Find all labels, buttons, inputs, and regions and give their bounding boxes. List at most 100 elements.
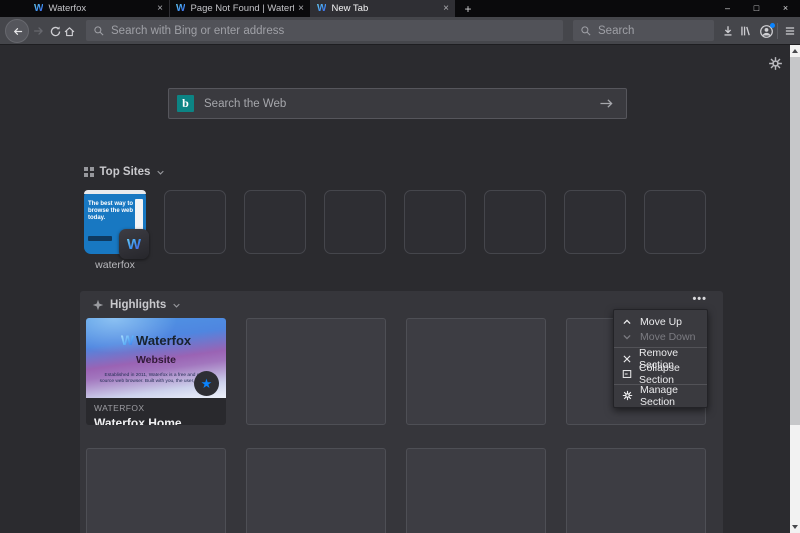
menu-item-label: Move Down (640, 331, 695, 343)
library-button[interactable] (737, 17, 753, 45)
newtab-settings-button[interactable] (768, 56, 783, 71)
top-site-placeholder[interactable] (244, 190, 306, 254)
search-placeholder: Search (598, 25, 634, 37)
account-button[interactable] (757, 17, 775, 45)
scroll-up-arrow-icon[interactable] (792, 49, 798, 53)
url-bar[interactable]: Search with Bing or enter address (86, 20, 563, 41)
highlight-placeholder[interactable] (406, 318, 546, 425)
scroll-down-arrow-icon[interactable] (792, 525, 798, 529)
waterfox-logo-badge: W (119, 229, 149, 259)
section-context-menu: Move Up Move Down Remove Section Collaps… (613, 309, 708, 408)
back-icon (5, 19, 29, 43)
thumbnail-heading: The best way to browse the web today. (88, 201, 134, 223)
menu-item-move-down[interactable]: Move Down (614, 329, 707, 344)
top-sites-row: The best way to browse the web today. W (84, 190, 706, 254)
card-subtitle: Website (86, 354, 226, 366)
url-placeholder: Search with Bing or enter address (111, 25, 284, 37)
waterfox-favicon-icon: W (317, 3, 326, 14)
download-icon (721, 24, 735, 38)
menu-item-label: Move Up (640, 316, 682, 328)
bookmark-star-badge: ★ (194, 371, 219, 396)
highlight-placeholder[interactable] (86, 448, 226, 533)
tab-waterfox[interactable]: W Waterfox × (28, 0, 169, 17)
top-sites-icon (84, 167, 94, 177)
highlights-header[interactable]: Highlights (92, 299, 181, 311)
tab-new-tab[interactable]: W New Tab × (310, 0, 455, 17)
app-menu-button[interactable] (782, 17, 798, 45)
card-brand: WWaterfox (86, 332, 226, 348)
home-icon (63, 25, 76, 38)
top-site-placeholder[interactable] (484, 190, 546, 254)
menu-item-manage-section[interactable]: Manage Section (614, 388, 707, 403)
highlight-placeholder[interactable] (246, 318, 386, 425)
scrollbar-thumb[interactable] (790, 57, 800, 425)
menu-item-label: Manage Section (640, 384, 699, 408)
hamburger-icon (784, 25, 796, 37)
tab-close-icon[interactable]: × (443, 4, 449, 14)
waterfox-favicon-icon: W (176, 3, 185, 14)
top-site-placeholder[interactable] (644, 190, 706, 254)
highlight-card-image: WWaterfox Website Established in 2011, W… (86, 318, 226, 398)
search-icon (93, 25, 105, 37)
chevron-down-icon (172, 301, 181, 310)
arrow-right-icon (599, 97, 614, 110)
tab-title: New Tab (331, 3, 439, 14)
tab-strip: W Waterfox × W Page Not Found | Waterfox… (28, 0, 481, 17)
notification-dot (770, 23, 775, 28)
downloads-button[interactable] (720, 17, 736, 45)
search-bar[interactable]: Search (573, 20, 714, 41)
collapse-icon (622, 369, 632, 379)
highlights-heading: Highlights (110, 299, 166, 311)
card-eyebrow: WATERFOX (94, 403, 218, 413)
window-controls: – □ × (713, 0, 800, 17)
titlebar: W Waterfox × W Page Not Found | Waterfox… (0, 0, 800, 17)
minimize-button[interactable]: – (713, 0, 742, 17)
waterfox-favicon-icon: W (34, 3, 43, 14)
top-site-placeholder[interactable] (404, 190, 466, 254)
top-site-waterfox[interactable]: The best way to browse the web today. W (84, 190, 146, 254)
web-search-placeholder: Search the Web (204, 98, 599, 110)
web-search-box[interactable]: b Search the Web (168, 88, 627, 119)
tab-title: Waterfox (48, 3, 153, 14)
library-icon (738, 24, 752, 38)
chevron-down-icon (156, 168, 165, 177)
search-submit-button[interactable] (599, 97, 614, 110)
gear-icon (622, 390, 633, 401)
home-button[interactable] (62, 17, 77, 45)
top-sites-header[interactable]: Top Sites (84, 166, 165, 178)
vertical-scrollbar[interactable] (790, 45, 800, 533)
reload-icon (49, 25, 62, 38)
close-icon (622, 354, 632, 364)
menu-item-collapse-section[interactable]: Collapse Section (614, 366, 707, 381)
forward-button[interactable] (31, 17, 47, 45)
top-site-label: waterfox (84, 259, 146, 271)
star-icon: ★ (201, 377, 213, 390)
reload-button[interactable] (48, 17, 63, 45)
top-sites-heading: Top Sites (100, 166, 151, 178)
card-title: Waterfox Home (94, 416, 218, 425)
card-text: WATERFOX Waterfox Home (86, 398, 226, 425)
menu-item-move-up[interactable]: Move Up (614, 314, 707, 329)
chevron-up-icon (622, 317, 633, 327)
top-site-placeholder[interactable] (164, 190, 226, 254)
highlight-placeholder[interactable] (566, 448, 706, 533)
tab-close-icon[interactable]: × (157, 4, 163, 14)
top-site-placeholder[interactable] (324, 190, 386, 254)
highlight-placeholder[interactable] (246, 448, 386, 533)
section-options-button[interactable]: ••• (692, 293, 707, 305)
new-tab-button[interactable]: + (455, 0, 481, 17)
maximize-button[interactable]: □ (742, 0, 771, 17)
tab-close-icon[interactable]: × (298, 4, 304, 14)
tab-page-not-found[interactable]: W Page Not Found | Waterfox × (169, 0, 310, 17)
highlights-spark-icon (92, 299, 104, 311)
top-site-placeholder[interactable] (564, 190, 626, 254)
back-button[interactable] (4, 17, 30, 45)
close-button[interactable]: × (771, 0, 800, 17)
bing-logo-icon: b (177, 95, 194, 112)
thumbnail-button (88, 236, 112, 241)
highlight-placeholder[interactable] (406, 448, 546, 533)
browser-window: W Waterfox × W Page Not Found | Waterfox… (0, 0, 800, 533)
tab-title: Page Not Found | Waterfox (190, 3, 294, 14)
chevron-down-icon (622, 332, 633, 342)
highlight-card-waterfox-home[interactable]: WWaterfox Website Established in 2011, W… (86, 318, 226, 425)
